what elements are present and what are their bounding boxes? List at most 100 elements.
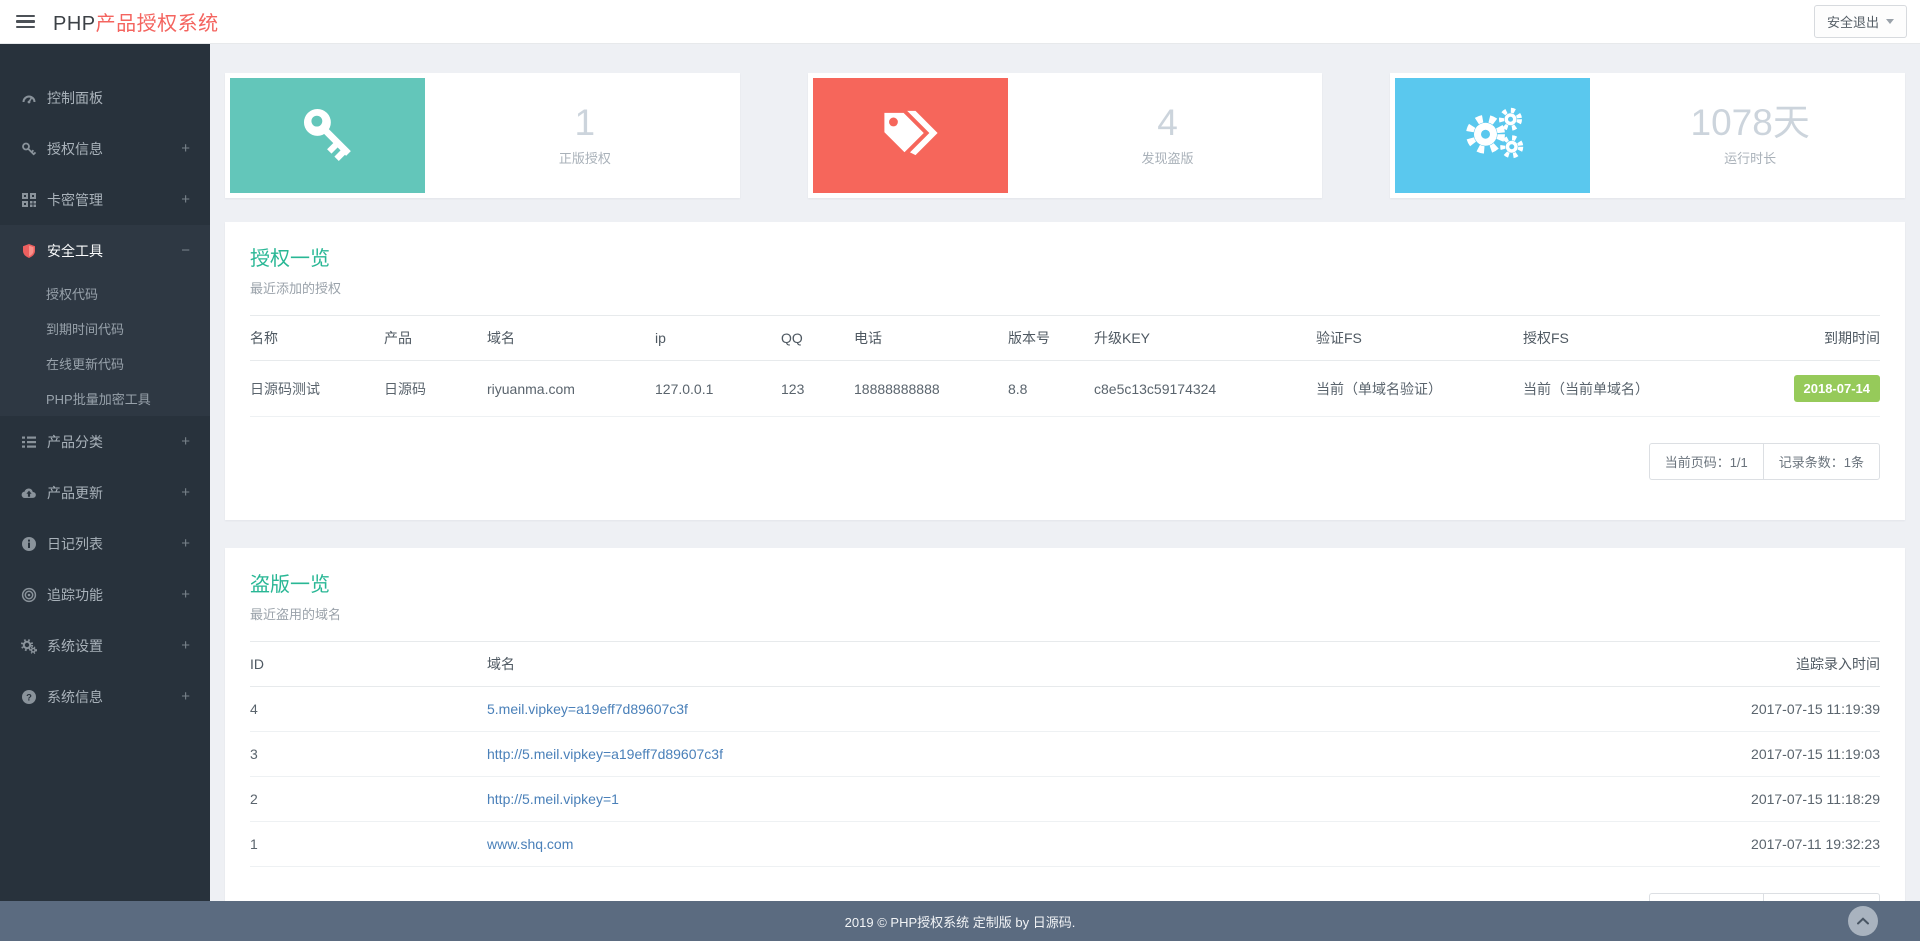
scroll-top-button[interactable] [1848, 906, 1878, 936]
record-count-indicator: 记录条数：4条 [1762, 893, 1880, 901]
qrcode-icon [20, 192, 37, 208]
cell-upgrade-key: c8e5c13c59174324 [1094, 360, 1316, 417]
table-row: 2 http://5.meil.vipkey=1 2017-07-15 11:1… [250, 776, 1880, 822]
expand-toggle: + [181, 586, 190, 603]
brand-php: PHP [53, 13, 96, 35]
column-header: 名称 [250, 315, 384, 361]
sidebar-item-dashboard[interactable]: 控制面板 [0, 72, 210, 123]
sidebar-item-product-category[interactable]: 产品分类 + [0, 416, 210, 467]
column-header: ip [655, 315, 781, 361]
sidebar-item-label: 控制面板 [47, 89, 103, 106]
expand-toggle: + [181, 637, 190, 654]
stat-value: 1 [574, 102, 596, 143]
pirated-domain-link[interactable]: http://5.meil.vipkey=a19eff7d89607c3f [487, 746, 723, 762]
sidebar-item-auth-info[interactable]: 授权信息 + [0, 123, 210, 174]
column-header: 域名 [487, 315, 655, 361]
main-content: 1 正版授权 4 发现盗版 1078天 运行时长 授权一览 最近添加的授权 名称… [210, 44, 1920, 901]
cell-version: 8.8 [1008, 360, 1094, 417]
sidebar-item-tracking[interactable]: 追踪功能 + [0, 569, 210, 620]
sidebar-item-label: 追踪功能 [47, 586, 103, 603]
sidebar-subitem-expire-code[interactable]: 到期时间代码 [0, 311, 210, 346]
auth-panel: 授权一览 最近添加的授权 名称 产品 域名 ip QQ 电话 版本号 升级KEY… [225, 222, 1905, 520]
page-number-indicator: 当前页码：1/1 [1648, 893, 1763, 901]
auth-panel-title: 授权一览 [250, 248, 330, 270]
cell-track-time: 2017-07-15 11:19:03 [1580, 731, 1880, 777]
expand-toggle: + [181, 484, 190, 501]
sidebar-subitem-auth-code[interactable]: 授权代码 [0, 276, 210, 311]
stat-card-licenses: 1 正版授权 [225, 73, 740, 198]
stat-cards: 1 正版授权 4 发现盗版 1078天 运行时长 [225, 73, 1906, 198]
column-header: 追踪录入时间 [1580, 641, 1880, 687]
question-icon: ? [20, 689, 37, 705]
chevron-down-icon [1886, 19, 1894, 24]
pirate-table: ID 域名 追踪录入时间 4 5.meil.vipkey=a19eff7d896… [250, 641, 1880, 867]
sidebar-subitem-php-batch-encrypt[interactable]: PHP批量加密工具 [0, 381, 210, 416]
sidebar-item-label: 安全工具 [47, 242, 103, 259]
cell-verify-fs: 当前（单域名验证） [1316, 360, 1523, 417]
pirate-panel-subtitle: 最近盗用的域名 [250, 607, 342, 622]
cell-id: 4 [250, 686, 487, 732]
stat-card-pirated: 4 发现盗版 [807, 73, 1323, 198]
sidebar-item-product-update[interactable]: 产品更新 + [0, 467, 210, 518]
pirate-panel-title: 盗版一览 [250, 574, 330, 596]
column-header: 域名 [487, 641, 1580, 687]
sidebar-subitem-online-update-code[interactable]: 在线更新代码 [0, 346, 210, 381]
footer: 2019 © PHP授权系统 定制版 by 日源码. [0, 901, 1920, 941]
sidebar-item-security-tools[interactable]: 安全工具 − [0, 225, 210, 276]
stat-value: 4 [1157, 102, 1178, 143]
pirate-panel: 盗版一览 最近盗用的域名 ID 域名 追踪录入时间 4 5.meil.vipke… [225, 548, 1905, 901]
column-header: 电话 [854, 315, 1008, 361]
expand-toggle: + [181, 688, 190, 705]
cell-id: 2 [250, 776, 487, 822]
key-icon [297, 102, 359, 169]
bullseye-icon [20, 587, 37, 603]
logout-button[interactable]: 安全退出 [1813, 5, 1907, 38]
menu-toggle-icon[interactable] [16, 12, 38, 32]
sidebar-item-card-keys[interactable]: 卡密管理 + [0, 174, 210, 225]
column-header: 版本号 [1008, 315, 1094, 361]
cell-track-time: 2017-07-11 19:32:23 [1580, 821, 1880, 867]
info-icon [20, 536, 37, 552]
key-icon [20, 141, 37, 157]
pirate-pagination: 当前页码：1/1 记录条数：4条 [250, 893, 1880, 901]
stat-color-block [1395, 78, 1591, 193]
sidebar-item-label: 授权信息 [47, 140, 103, 157]
sidebar-subitem-label: 授权代码 [46, 287, 99, 302]
stat-label: 正版授权 [558, 151, 611, 166]
cell-domain: riyuanma.com [487, 360, 655, 417]
cell-id: 1 [250, 821, 487, 867]
cell-track-time: 2017-07-15 11:19:39 [1580, 686, 1880, 732]
auth-panel-subtitle: 最近添加的授权 [250, 281, 342, 296]
chevron-up-icon [1857, 917, 1869, 925]
sidebar-subitem-label: 在线更新代码 [46, 357, 125, 372]
column-header: ID [250, 641, 487, 687]
table-row: 日源码测试 日源码 riyuanma.com 127.0.0.1 123 188… [250, 360, 1880, 417]
cell-ip: 127.0.0.1 [655, 360, 781, 417]
brand-rest: 产品授权系统 [95, 13, 219, 35]
cell-product: 日源码 [384, 360, 487, 417]
pirated-domain-link[interactable]: www.shq.com [487, 836, 573, 852]
sidebar-item-system-info[interactable]: ? 系统信息 + [0, 671, 210, 722]
sidebar-item-label: 日记列表 [47, 535, 103, 552]
stat-color-block [230, 78, 425, 193]
column-header: 验证FS [1316, 315, 1523, 361]
expand-toggle: + [181, 535, 190, 552]
list-icon [20, 434, 37, 450]
sidebar-item-log-list[interactable]: 日记列表 + [0, 518, 210, 569]
cell-qq: 123 [781, 360, 854, 417]
sidebar-item-label: 产品分类 [47, 433, 103, 450]
sidebar-item-system-settings[interactable]: 系统设置 + [0, 620, 210, 671]
cell-auth-fs: 当前（当前单域名） [1523, 360, 1737, 417]
column-header: 产品 [384, 315, 487, 361]
pirated-domain-link[interactable]: http://5.meil.vipkey=1 [487, 791, 619, 807]
sidebar: 控制面板 授权信息 + 卡密管理 + 安全工具 − 授权代码 到期时间代码 在线… [0, 44, 210, 901]
cloud-upload-icon [20, 485, 37, 501]
column-header: QQ [781, 315, 854, 361]
sidebar-item-label: 系统信息 [47, 688, 103, 705]
table-row: 1 www.shq.com 2017-07-11 19:32:23 [250, 821, 1880, 867]
cell-id: 3 [250, 731, 487, 777]
pirated-domain-link[interactable]: 5.meil.vipkey=a19eff7d89607c3f [487, 701, 688, 717]
column-header: 到期时间 [1737, 315, 1880, 361]
logout-label: 安全退出 [1826, 15, 1879, 30]
shield-icon [20, 243, 37, 259]
